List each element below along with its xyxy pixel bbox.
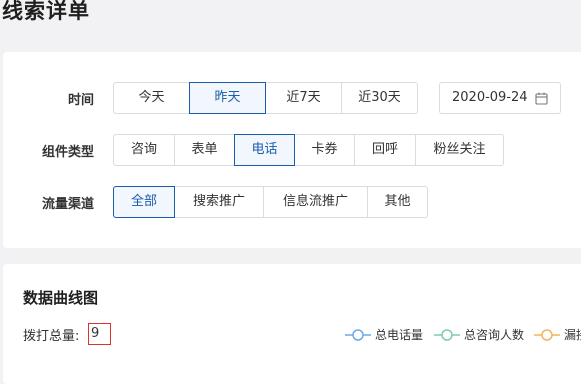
component-option-fan-follow[interactable]: 粉丝关注 xyxy=(415,134,504,166)
channel-option-search[interactable]: 搜索推广 xyxy=(174,186,264,218)
legend-item-total-consults[interactable]: 总咨询人数 xyxy=(434,326,524,343)
component-type-label: 组件类型 xyxy=(41,145,94,160)
time-filter-group: 今天 昨天 近7天 近30天 xyxy=(113,82,418,114)
legend-line-marker-icon xyxy=(534,328,560,341)
total-calls-value: 9 xyxy=(88,323,111,345)
legend-label: 总电话量 xyxy=(375,328,424,342)
time-option-today[interactable]: 今天 xyxy=(113,82,190,114)
time-option-7days[interactable]: 近7天 xyxy=(265,82,342,114)
date-value: 2020-09-24 xyxy=(452,90,528,105)
traffic-channel-label: 流量渠道 xyxy=(41,197,94,212)
channel-option-all[interactable]: 全部 xyxy=(113,186,175,218)
channel-option-feed[interactable]: 信息流推广 xyxy=(263,186,368,218)
component-option-phone[interactable]: 电话 xyxy=(234,134,295,166)
time-option-30days[interactable]: 近30天 xyxy=(341,82,418,114)
legend-item-total-calls[interactable]: 总电话量 xyxy=(345,326,423,343)
chart-panel: 数据曲线图 拨打总量: 9 总电话量 总咨询人数 漏接 xyxy=(3,264,581,384)
traffic-channel-group: 全部 搜索推广 信息流推广 其他 xyxy=(113,186,428,218)
date-picker[interactable]: 2020-09-24 xyxy=(439,82,561,114)
total-calls-label: 拨打总量: xyxy=(23,329,80,344)
legend-line-marker-icon xyxy=(434,328,460,341)
legend-line-marker-icon xyxy=(345,328,371,341)
channel-option-other[interactable]: 其他 xyxy=(367,186,428,218)
component-option-form[interactable]: 表单 xyxy=(174,134,235,166)
component-option-coupon[interactable]: 卡券 xyxy=(294,134,355,166)
legend-label: 漏接 xyxy=(564,328,581,342)
component-option-consult[interactable]: 咨询 xyxy=(113,134,175,166)
component-type-group: 咨询 表单 电话 卡券 回呼 粉丝关注 xyxy=(113,134,504,166)
calendar-icon xyxy=(535,92,548,105)
time-option-yesterday[interactable]: 昨天 xyxy=(189,82,266,114)
time-filter-label: 时间 xyxy=(67,93,94,108)
legend-item-missed[interactable]: 漏接 xyxy=(534,326,581,343)
component-option-callback[interactable]: 回呼 xyxy=(354,134,416,166)
chart-title: 数据曲线图 xyxy=(23,289,99,307)
legend-label: 总咨询人数 xyxy=(464,328,525,342)
page-title: 线索详单 xyxy=(2,0,90,23)
